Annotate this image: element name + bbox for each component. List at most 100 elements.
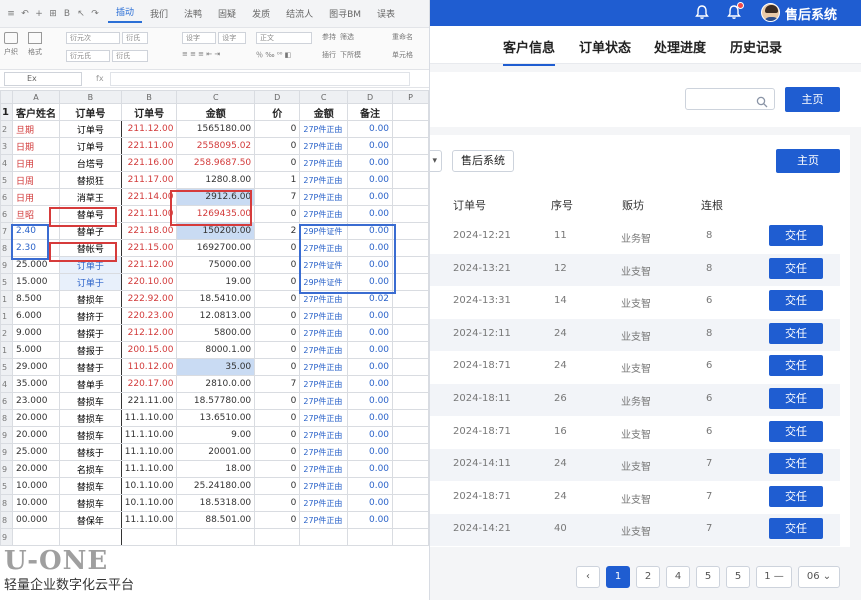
number-icons[interactable]: ％ ‰ ⁰⁰ ◧ xyxy=(256,50,312,60)
cell[interactable] xyxy=(392,477,429,495)
column-letter[interactable]: A xyxy=(11,90,60,104)
cell[interactable] xyxy=(392,239,429,257)
order-number-cell[interactable]: 替损狂 xyxy=(58,171,122,189)
amount-cell[interactable]: 75000.00 xyxy=(176,256,256,274)
amount-cell[interactable]: 19.00 xyxy=(176,273,256,291)
order-date-cell[interactable]: 212.12.00 xyxy=(120,324,178,342)
page-button[interactable]: 4 xyxy=(666,566,690,588)
formula-input[interactable] xyxy=(109,71,410,86)
amount-cell[interactable]: 5800.00 xyxy=(176,324,256,342)
template-button[interactable]: 下所模 xyxy=(340,50,361,60)
handover-button[interactable]: 交任 xyxy=(769,388,823,409)
amount-cell[interactable]: 25.24180.00 xyxy=(176,477,256,495)
status-cell[interactable]: 27P件正由 xyxy=(299,239,349,257)
fx-icon[interactable]: fx xyxy=(96,74,104,83)
order-number-cell[interactable]: 替损年 xyxy=(58,290,122,308)
order-number-cell[interactable]: 替单手 xyxy=(58,375,122,393)
column-header[interactable]: 备注 xyxy=(347,103,394,121)
system-name[interactable]: 售后系统 xyxy=(785,4,837,23)
status-cell[interactable]: 27P件正由 xyxy=(299,171,349,189)
status-cell[interactable]: 27P件正由 xyxy=(299,477,349,495)
order-date-cell[interactable]: 220.10.00 xyxy=(120,273,178,291)
align-icons[interactable]: ≡ ≡ ≡ ⇤ ⇥ xyxy=(182,50,246,58)
notification-bell-icon[interactable] xyxy=(726,2,744,20)
order-number-cell[interactable]: 替撰于 xyxy=(58,324,122,342)
row-number[interactable]: 6 xyxy=(0,205,13,223)
cell[interactable] xyxy=(392,528,429,546)
order-date-cell[interactable]: 221.15.00 xyxy=(120,239,178,257)
cell[interactable] xyxy=(392,324,429,342)
page-button[interactable]: 2 xyxy=(636,566,660,588)
row-number[interactable]: 9 xyxy=(0,443,13,461)
note-cell[interactable]: 0.00 xyxy=(347,171,394,189)
row-number[interactable]: 9 xyxy=(0,460,13,478)
customer-name-cell[interactable]: 8.500 xyxy=(11,290,60,308)
quantity-cell[interactable]: 0 xyxy=(254,409,301,427)
column-header[interactable]: 客户姓名 xyxy=(11,103,60,121)
column-letter[interactable]: D xyxy=(347,90,394,104)
cell[interactable] xyxy=(392,154,429,172)
menu-item[interactable]: 结流人 xyxy=(278,7,321,20)
column-letter[interactable]: C xyxy=(299,90,349,104)
handover-button[interactable]: 交任 xyxy=(769,355,823,377)
cell[interactable] xyxy=(392,341,429,359)
handover-button[interactable]: 交任 xyxy=(769,485,823,507)
after-sales-button[interactable]: 售后系统 xyxy=(452,150,514,172)
cell[interactable] xyxy=(392,137,429,155)
rename-button[interactable]: 重命名 xyxy=(392,32,413,42)
menu-item[interactable]: 发质 xyxy=(244,7,278,20)
status-cell[interactable]: 27P件证件 xyxy=(299,256,349,274)
row-number[interactable]: 9 xyxy=(0,528,13,546)
cell[interactable] xyxy=(392,273,429,291)
order-date-cell[interactable]: 211.12.00 xyxy=(120,120,178,138)
tab-customer-info[interactable]: 客户信息 xyxy=(503,37,556,66)
quantity-cell[interactable]: 0 xyxy=(254,341,301,359)
quantity-cell[interactable]: 0 xyxy=(254,426,301,444)
order-number-cell[interactable]: 替损车 xyxy=(58,426,122,444)
row-number[interactable]: 8 xyxy=(0,409,13,427)
cell[interactable] xyxy=(392,256,429,274)
note-cell[interactable]: 0.00 xyxy=(347,188,394,206)
note-cell[interactable]: 0.00 xyxy=(347,392,394,410)
quantity-cell[interactable]: 0 xyxy=(254,154,301,172)
customer-name-cell[interactable]: 23.000 xyxy=(11,392,60,410)
row-number[interactable]: 2 xyxy=(0,324,13,342)
quantity-cell[interactable]: 0 xyxy=(254,205,301,223)
amount-cell[interactable]: 2558095.02 xyxy=(176,137,256,155)
order-number-cell[interactable] xyxy=(58,528,122,546)
status-cell[interactable]: 27P件正由 xyxy=(299,511,349,529)
amount-cell[interactable]: 12.0813.00 xyxy=(176,307,256,325)
page-button[interactable]: 1 xyxy=(606,566,630,588)
order-date-cell[interactable]: 221.16.00 xyxy=(120,154,178,172)
order-number-cell[interactable]: 替替于 xyxy=(58,358,122,376)
bell-icon[interactable] xyxy=(694,4,710,20)
cell[interactable] xyxy=(392,307,429,325)
customer-name-cell[interactable]: 00.000 xyxy=(11,511,60,529)
amount-cell[interactable]: 258.9687.50 xyxy=(176,154,256,172)
quantity-cell[interactable]: 7 xyxy=(254,375,301,393)
cell-button[interactable]: 单元格 xyxy=(392,50,413,60)
order-date-cell[interactable]: 221.11.00 xyxy=(120,205,178,223)
customer-name-cell[interactable]: 6.000 xyxy=(11,307,60,325)
cell[interactable] xyxy=(392,409,429,427)
order-date-cell[interactable]: 10.1.10.00 xyxy=(120,477,178,495)
quantity-cell[interactable]: 0 xyxy=(254,137,301,155)
column-header[interactable]: 价 xyxy=(254,103,301,121)
menu-icon[interactable]: ≡ xyxy=(4,9,18,19)
order-number-cell[interactable]: 订单于 xyxy=(58,256,122,274)
bold-icon[interactable]: B xyxy=(60,9,74,19)
order-number-cell[interactable]: 替损车 xyxy=(58,409,122,427)
order-date-cell[interactable]: 220.23.00 xyxy=(120,307,178,325)
handover-button[interactable]: 交任 xyxy=(769,322,823,344)
order-number-cell[interactable]: 订单于 xyxy=(58,273,122,291)
table-icon[interactable]: ⊞ xyxy=(46,9,60,19)
cell[interactable] xyxy=(392,205,429,223)
cell[interactable] xyxy=(392,103,429,121)
order-number-cell[interactable]: 替报于 xyxy=(58,341,122,359)
order-date-cell[interactable]: 221.18.00 xyxy=(120,222,178,240)
note-cell[interactable]: 0.00 xyxy=(347,120,394,138)
quantity-cell[interactable]: 0 xyxy=(254,307,301,325)
quantity-cell[interactable]: 0 xyxy=(254,511,301,529)
amount-cell[interactable]: 1269435.00 xyxy=(176,205,256,223)
customer-name-cell[interactable]: 25.000 xyxy=(11,256,60,274)
